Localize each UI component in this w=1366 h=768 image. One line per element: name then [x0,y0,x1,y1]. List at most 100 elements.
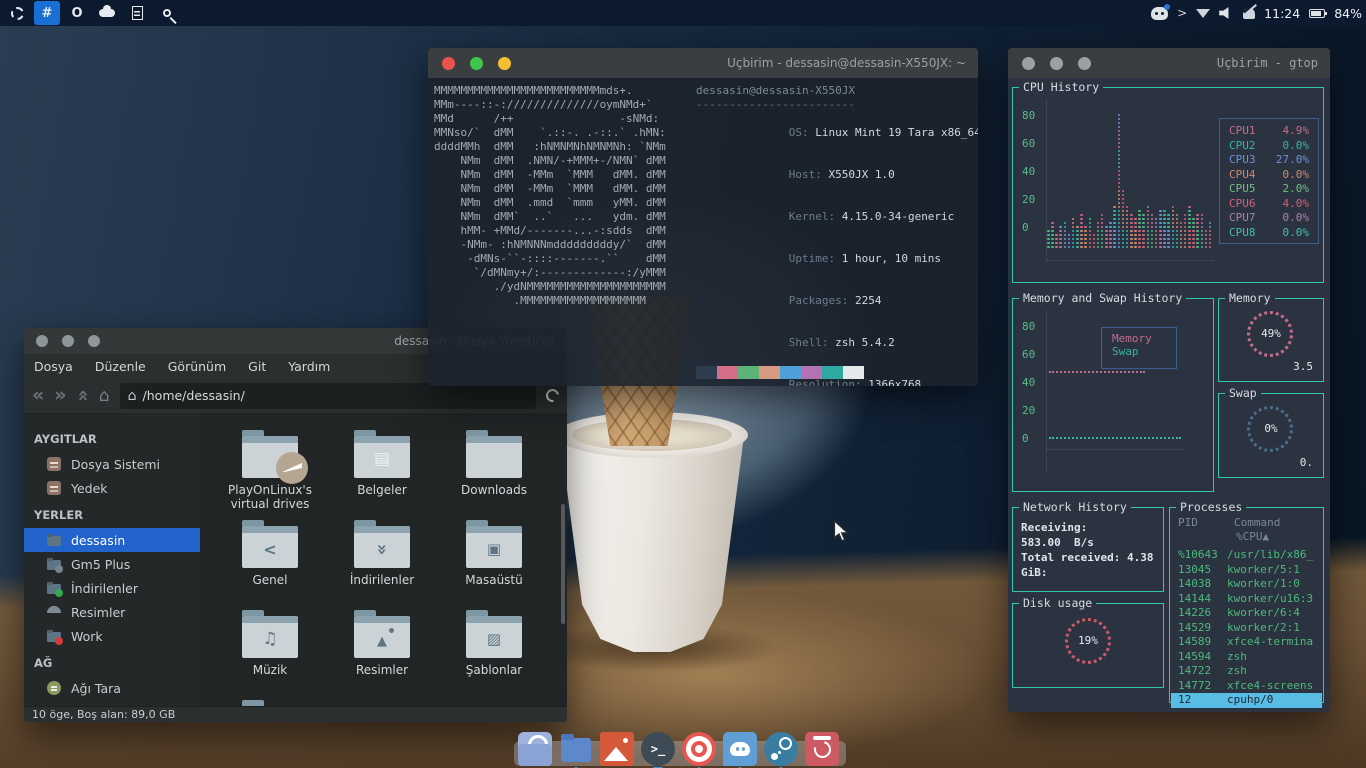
menu-item[interactable]: Git [248,359,266,374]
info-value: Linux Mint 19 Tara x86_64 [815,126,978,139]
panel-window-button-icon [10,6,24,20]
dock-icon[interactable]: >_ [641,732,675,768]
file-label: Şablonlar [465,663,523,677]
y-axis-line [1046,311,1047,471]
sidebar-item[interactable]: Yedek [24,476,200,500]
terminal-output[interactable]: MMMMMMMMMMMMMMMMMMMMMMMMMmds+. MMm----::… [428,78,978,386]
info-value: zsh 5.4.2 [835,336,895,349]
sidebar-item[interactable]: Gm5 Plus [24,552,200,576]
memory-donut-panel: Memory 49% 3.5 [1218,291,1324,382]
file-item[interactable]: Masaüstü [438,518,550,608]
battery-percent: 84% [1334,5,1362,21]
terminal-window: Uçbirim - dessasin@dessasin-X550JX: ~ MM… [428,48,978,386]
file-item[interactable]: PlayOnLinux's virtual drives [214,428,326,518]
up-button[interactable]: » [71,389,93,401]
info-label: Kernel [789,210,842,223]
minimize-button[interactable] [1050,56,1063,70]
discord-tray-icon[interactable] [1151,3,1171,20]
folder-emblem-icon [242,620,298,658]
process-row[interactable]: 14722 zsh [1171,664,1322,679]
dock-icon[interactable] [600,732,634,766]
chevron-expand-icon[interactable]: > [1177,6,1187,20]
network-signal-icon[interactable] [1196,8,1211,18]
panel-window-button[interactable] [154,1,180,25]
process-row[interactable]: 12 cpuhp/0 [1171,693,1322,708]
sidebar-item-label: Gm5 Plus [71,556,131,572]
sidebar-item[interactable]: Dosya Sistemi [24,452,200,476]
file-item[interactable]: Müzik [214,608,326,698]
process-row[interactable]: %10643 /usr/lib/x86_ [1171,548,1322,563]
panel-window-button[interactable]: # [34,1,60,25]
y-tick: 40 [1022,376,1036,389]
refresh-icon[interactable] [543,386,562,405]
process-pid: 14038 [1178,577,1212,590]
maximize-button[interactable] [1078,56,1091,70]
dock-icon[interactable] [682,732,716,768]
process-row[interactable]: 14589 xfce4-termina [1171,635,1322,650]
dock-icon[interactable] [764,732,798,768]
folder-icon [466,610,522,658]
scrollbar[interactable] [561,504,565,624]
x-axis-line [1046,260,1214,261]
dock-icon[interactable] [723,732,757,768]
back-button[interactable]: « [32,386,44,405]
process-row[interactable]: 14038 kworker/1:0 [1171,577,1322,592]
x-axis-line [1046,449,1186,450]
folder-emblem-icon [466,440,522,478]
sidebar-item[interactable]: dessasin [24,528,200,552]
panel-window-button[interactable] [4,1,30,25]
process-row[interactable]: 13045 kworker/5:1 [1171,563,1322,578]
clock[interactable]: 11:24 [1264,6,1300,21]
dock-icon[interactable] [559,732,593,768]
maximize-button[interactable] [470,56,483,70]
memory-percent: 49% [1261,327,1281,340]
file-item[interactable]: Downloads [438,428,550,518]
process-row[interactable]: 14226 kworker/6:4 [1171,606,1322,621]
path-bar[interactable]: ⌂ /home/dessasin/ [119,382,536,409]
dock-icon[interactable] [518,732,552,766]
file-item[interactable] [214,698,326,706]
terminal-titlebar[interactable]: Uçbirim - dessasin@dessasin-X550JX: ~ [428,48,978,78]
process-row[interactable]: 14772 xfce4-screens [1171,679,1322,694]
menu-item[interactable]: Düzenle [95,359,146,374]
cpu-value: 4.0% [1282,196,1310,210]
maximize-button[interactable] [88,335,100,347]
file-item[interactable]: İndirilenler [326,518,438,608]
close-button[interactable] [1022,56,1035,70]
file-item[interactable]: Belgeler [326,428,438,518]
dock-icon[interactable] [805,732,839,766]
col-pid[interactable]: PID [1178,516,1198,529]
col-command[interactable]: Command [1234,516,1280,529]
close-button[interactable] [36,335,48,347]
process-command: zsh [1227,649,1247,663]
volume-icon[interactable] [1219,7,1229,19]
network-history-title: Network History [1019,500,1131,514]
home-button[interactable]: ⌂ [99,386,110,406]
sidebar-item[interactable]: İndirilenler [24,576,200,600]
sort-indicator[interactable]: %CPU▲ [1236,530,1269,543]
swap-percent: 0% [1264,422,1278,435]
panel-window-button[interactable] [124,1,150,25]
panel-window-button[interactable]: O [64,1,90,25]
sidebar-item[interactable]: Work [24,624,200,648]
forward-button[interactable]: » [54,386,66,405]
process-row[interactable]: 14144 kworker/u16:3 [1171,592,1322,607]
file-item[interactable]: Resimler [326,608,438,698]
sidebar-item[interactable]: Resimler [24,600,200,624]
sidebar-item[interactable]: Ağı Tara [24,676,200,700]
minimize-button[interactable] [62,335,74,347]
notifications-muted-icon[interactable] [1243,7,1256,19]
menu-item[interactable]: Görünüm [168,359,226,374]
file-item[interactable]: Genel [214,518,326,608]
swap-donut-title: Swap [1225,386,1261,400]
process-row[interactable]: 14529 kworker/2:1 [1171,621,1322,636]
minimize-button[interactable] [498,56,511,70]
menu-item[interactable]: Dosya [34,359,73,374]
gtop-titlebar[interactable]: Uçbirim - gtop [1008,48,1330,78]
close-button[interactable] [442,56,455,70]
panel-window-button[interactable] [94,1,120,25]
file-item[interactable]: Şablonlar [438,608,550,698]
menu-item[interactable]: Yardım [288,359,330,374]
process-row[interactable]: 14594 zsh [1171,650,1322,665]
dock-icon-glyph: >_ [650,742,666,756]
